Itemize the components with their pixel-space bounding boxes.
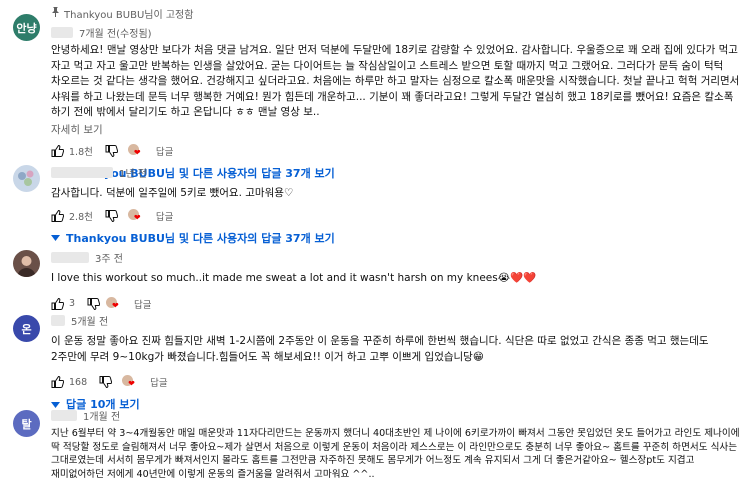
thumbs-down-icon	[99, 376, 113, 388]
comment-meta: 3주 전	[51, 250, 742, 265]
creator-heart-icon: ❤	[122, 375, 138, 389]
comment-time[interactable]: 1년 전	[119, 165, 147, 180]
comment-text: 이 운동 정말 좋아요 진짜 힘들지만 새벽 1-2시쯤에 2주동안 이 운동을…	[51, 335, 709, 363]
avatar[interactable]	[13, 250, 40, 277]
author-name[interactable]	[51, 315, 65, 326]
creator-heart-icon: ❤	[127, 208, 144, 223]
creator-heart-icon: ❤	[106, 296, 122, 311]
author-name[interactable]	[51, 410, 77, 421]
comment-body: Thankyou BUBU님이 고정함 7개월 전(수정됨) 안녕하세요! 맨날…	[51, 6, 742, 181]
comment-text: I love this workout so much..it made me …	[51, 272, 537, 284]
comment-actions: 3 ❤ 답글	[51, 296, 742, 312]
avatar[interactable]: 온	[13, 315, 40, 342]
comment-time[interactable]: 5개월 전	[71, 313, 108, 328]
comment-body: 5개월 전 이 운동 정말 좋아요 진짜 힘들지만 새벽 1-2시쯤에 2주동안…	[51, 313, 742, 412]
pin-icon	[51, 7, 60, 20]
author-name[interactable]	[51, 167, 113, 178]
comment-time[interactable]: 3주 전	[95, 250, 123, 265]
reply-button[interactable]: 답글	[156, 144, 173, 158]
comment-time[interactable]: 1개월 전	[83, 408, 120, 423]
like-button[interactable]	[51, 297, 64, 310]
thumbs-up-icon	[51, 297, 64, 310]
creator-heart-icon: ❤	[127, 143, 144, 158]
avatar[interactable]: 안냥	[13, 14, 40, 41]
comment-body: 3주 전 I love this workout so much..it mad…	[51, 250, 742, 312]
comment-time[interactable]: 7개월 전(수정됨)	[79, 25, 152, 40]
comment-text: 안녕하세요! 맨날 영상만 보다가 처음 댓글 남겨요. 일단 먼저 덕분에 두…	[51, 44, 740, 118]
thumbs-up-icon	[51, 144, 64, 157]
comment-actions: 1.8천 ❤ 답글	[51, 143, 742, 159]
like-count: 3	[69, 298, 76, 309]
like-button[interactable]	[51, 144, 64, 157]
like-button[interactable]	[51, 209, 64, 222]
comment-body: 1년 전 감사합니다. 덕분에 일주일에 5키로 뺐어요. 고마워용♡ 2.8천…	[51, 165, 742, 246]
comment-text: 감사합니다. 덕분에 일주일에 5키로 뺐어요. 고마워용♡	[51, 187, 294, 199]
reply-button[interactable]: 답글	[156, 209, 173, 223]
like-button[interactable]	[51, 376, 64, 388]
dislike-button[interactable]	[87, 297, 101, 310]
dislike-button[interactable]	[105, 209, 118, 222]
view-replies-button[interactable]: Thankyou BUBU님 및 다른 사용자의 답글 37개 보기	[51, 230, 742, 246]
comment-body: 1개월 전 지난 6월부터 약 3~4개월동안 매일 매운맛과 11자다리만드는…	[51, 408, 742, 481]
pinned-label: Thankyou BUBU님이 고정함	[51, 6, 742, 21]
thumbs-down-icon	[105, 144, 118, 157]
author-name[interactable]	[51, 27, 73, 38]
reply-button[interactable]: 답글	[150, 375, 167, 389]
avatar[interactable]	[13, 165, 40, 192]
author-name[interactable]	[51, 252, 89, 263]
chevron-down-icon	[51, 231, 60, 244]
avatar[interactable]: 탈	[13, 410, 40, 437]
comment-actions: 168 ❤ 답글	[51, 374, 742, 390]
read-more-link[interactable]: 자세히 보기	[51, 122, 742, 137]
comment-meta: 5개월 전	[51, 313, 742, 328]
like-count: 1.8천	[69, 146, 93, 158]
reply-button[interactable]: 답글	[134, 297, 151, 311]
comment-text: 지난 6월부터 약 3~4개월동안 매일 매운맛과 11자다리만드는 운동까지 …	[51, 428, 740, 480]
like-count: 2.8천	[69, 211, 93, 223]
like-count: 168	[69, 376, 88, 388]
thumbs-up-icon	[51, 209, 64, 222]
comment-actions: 2.8천 ❤ 답글	[51, 208, 742, 224]
comment-meta: 1개월 전	[51, 408, 742, 423]
thumbs-down-icon	[87, 297, 101, 310]
thumbs-down-icon	[105, 209, 118, 222]
dislike-button[interactable]	[105, 144, 118, 157]
thumbs-up-icon	[51, 376, 64, 388]
dislike-button[interactable]	[99, 376, 113, 388]
comment-meta: 7개월 전(수정됨)	[51, 25, 742, 40]
comment-meta: 1년 전	[51, 165, 742, 180]
